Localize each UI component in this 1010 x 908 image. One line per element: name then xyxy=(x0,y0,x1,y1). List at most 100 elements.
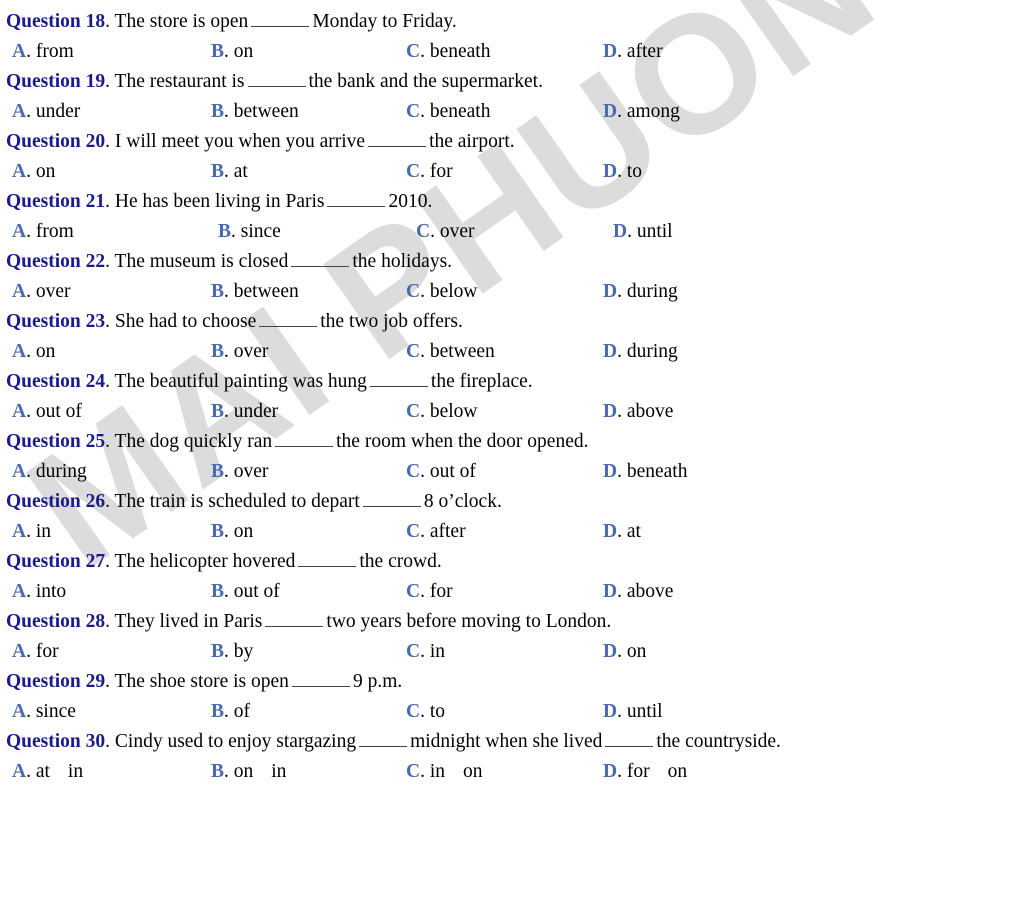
option-separator: . xyxy=(224,341,229,362)
option-choice-c[interactable]: C. beneath xyxy=(406,37,490,67)
option-choice-a[interactable]: A. during xyxy=(12,457,87,487)
answer-blank[interactable] xyxy=(298,549,357,567)
option-row: A. for B. by C. in D. on xyxy=(6,637,1010,667)
option-choice-b[interactable]: B. under xyxy=(211,397,278,427)
option-separator: . xyxy=(224,701,229,722)
option-choice-c[interactable]: C. below xyxy=(406,397,478,427)
answer-blank[interactable] xyxy=(259,309,318,327)
option-choice-c[interactable]: C. in xyxy=(406,637,445,667)
answer-blank[interactable] xyxy=(291,249,350,267)
answer-blank[interactable] xyxy=(362,489,421,507)
option-choice-d[interactable]: D. at xyxy=(603,517,641,547)
answer-blank[interactable] xyxy=(359,729,408,747)
option-choice-d[interactable]: D. after xyxy=(603,37,663,67)
answer-blank[interactable] xyxy=(275,429,334,447)
option-choice-c[interactable]: C. in on xyxy=(406,757,483,787)
option-text: out of xyxy=(429,461,476,482)
option-choice-a[interactable]: A. on xyxy=(12,337,55,367)
option-separator: . xyxy=(26,401,31,422)
question-separator: . xyxy=(105,551,111,572)
option-choice-d[interactable]: D. during xyxy=(603,337,678,367)
question-text-after: 9 p.m. xyxy=(352,671,403,692)
option-choice-a[interactable]: A. over xyxy=(12,277,71,307)
option-choice-c[interactable]: C. beneath xyxy=(406,97,490,127)
option-choice-b[interactable]: B. out of xyxy=(211,577,280,607)
question-separator: . xyxy=(105,251,111,272)
option-choice-b[interactable]: B. over xyxy=(211,457,268,487)
option-choice-a[interactable]: A. into xyxy=(12,577,66,607)
option-choice-d[interactable]: D. on xyxy=(603,637,646,667)
option-choice-c[interactable]: C. for xyxy=(406,577,453,607)
option-choice-d[interactable]: D. above xyxy=(603,397,673,427)
answer-blank[interactable] xyxy=(327,189,386,207)
option-choice-d[interactable]: D. until xyxy=(613,217,673,247)
option-choice-d[interactable]: D. until xyxy=(603,697,663,727)
option-letter: D xyxy=(603,101,618,122)
option-choice-d[interactable]: D. during xyxy=(603,277,678,307)
option-text: on xyxy=(35,161,56,182)
option-choice-d[interactable]: D. among xyxy=(603,97,680,127)
option-choice-c[interactable]: C. to xyxy=(406,697,445,727)
option-choice-b[interactable]: B. between xyxy=(211,277,299,307)
option-text: over xyxy=(233,461,269,482)
answer-blank[interactable] xyxy=(247,69,306,87)
question-row: Question 22. The museum is closed the hol… xyxy=(6,247,1010,277)
option-choice-a[interactable]: A. in xyxy=(12,517,51,547)
answer-blank[interactable] xyxy=(369,369,428,387)
question-label: Question 22 xyxy=(6,251,106,272)
option-choice-d[interactable]: D. to xyxy=(603,157,642,187)
option-choice-c[interactable]: C. after xyxy=(406,517,466,547)
option-letter: B xyxy=(211,521,225,542)
option-choice-c[interactable]: C. below xyxy=(406,277,478,307)
option-choice-c[interactable]: C. between xyxy=(406,337,495,367)
option-choice-a[interactable]: A. on xyxy=(12,157,55,187)
option-separator: . xyxy=(224,161,229,182)
option-choice-a[interactable]: A. at in xyxy=(12,757,83,787)
question-separator: . xyxy=(105,371,111,392)
option-choice-b[interactable]: B. on in xyxy=(211,757,286,787)
option-choice-b[interactable]: B. over xyxy=(211,337,268,367)
option-choice-d[interactable]: D. for on xyxy=(603,757,687,787)
question-row: Question 25. The dog quickly ran the room… xyxy=(6,427,1010,457)
question-row: Question 29. The shoe store is open 9 p.m… xyxy=(6,667,1010,697)
option-choice-d[interactable]: D. above xyxy=(603,577,673,607)
option-choice-b[interactable]: B. on xyxy=(211,517,253,547)
option-choice-a[interactable]: A. from xyxy=(12,217,74,247)
option-text: on xyxy=(35,341,56,362)
answer-blank[interactable] xyxy=(291,669,350,687)
option-choice-d[interactable]: D. beneath xyxy=(603,457,687,487)
option-choice-b[interactable]: B. at xyxy=(211,157,248,187)
question-text-after: 2010. xyxy=(388,191,433,212)
option-choice-b[interactable]: B. between xyxy=(211,97,299,127)
option-choice-a[interactable]: A. out of xyxy=(12,397,82,427)
option-separator: . xyxy=(224,281,229,302)
option-separator: . xyxy=(420,761,425,782)
question-row: Question 19. The restaurant is the bank a… xyxy=(6,67,1010,97)
option-separator: . xyxy=(420,641,425,662)
question-text-before: The helicopter hovered xyxy=(114,551,296,572)
option-choice-a[interactable]: A. for xyxy=(12,637,59,667)
option-choice-c[interactable]: C. over xyxy=(416,217,475,247)
option-choice-b[interactable]: B. of xyxy=(211,697,250,727)
answer-blank[interactable] xyxy=(265,609,324,627)
option-choice-a[interactable]: A. under xyxy=(12,97,80,127)
option-text: of xyxy=(233,701,251,722)
option-letter: D xyxy=(603,761,618,782)
answer-blank[interactable] xyxy=(251,9,310,27)
option-choice-b[interactable]: B. on xyxy=(211,37,253,67)
question-label: Question 21 xyxy=(6,191,106,212)
option-separator: . xyxy=(617,341,622,362)
option-choice-a[interactable]: A. from xyxy=(12,37,74,67)
option-text: below xyxy=(429,281,478,302)
option-text: on xyxy=(626,641,647,662)
option-text: in xyxy=(429,761,446,782)
answer-blank[interactable] xyxy=(605,729,654,747)
option-choice-b[interactable]: B. by xyxy=(211,637,253,667)
option-choice-c[interactable]: C. for xyxy=(406,157,453,187)
question-text-after: 8 o’clock. xyxy=(423,491,502,512)
option-choice-c[interactable]: C. out of xyxy=(406,457,476,487)
option-choice-a[interactable]: A. since xyxy=(12,697,76,727)
option-choice-b[interactable]: B. since xyxy=(218,217,281,247)
option-text: beneath xyxy=(429,41,491,62)
answer-blank[interactable] xyxy=(368,129,427,147)
